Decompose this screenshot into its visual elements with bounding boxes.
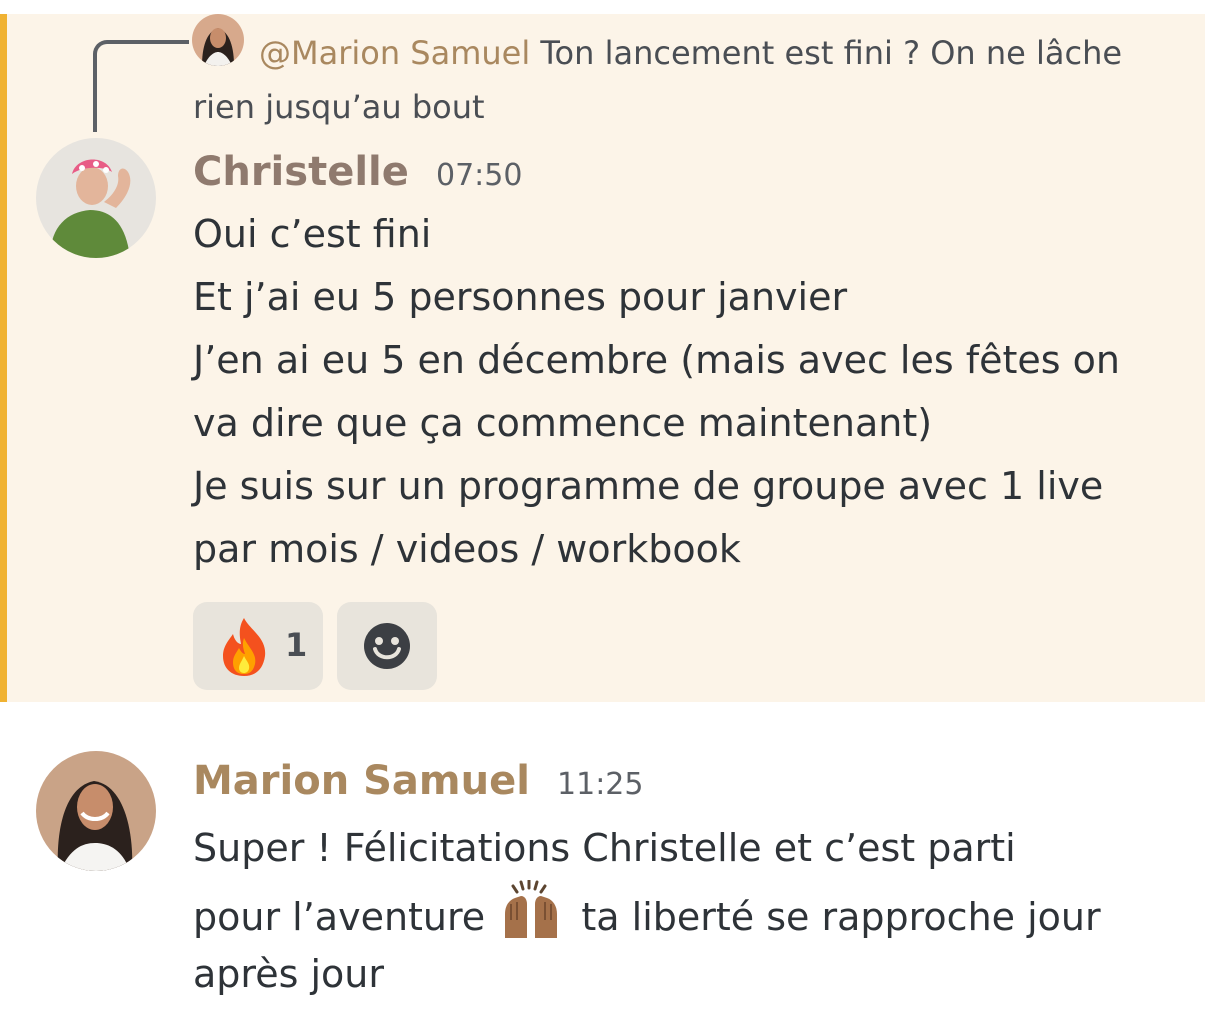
author-name[interactable]: Marion Samuel xyxy=(193,758,530,804)
smiley-add-reaction-icon xyxy=(363,622,411,674)
message-line: va dire que ça commence maintenant) xyxy=(193,401,933,445)
message-line: Je suis sur un programme de groupe avec … xyxy=(193,464,1104,508)
message-text: ta liberté se rapproche jour xyxy=(581,895,1101,939)
reaction-count: 1 xyxy=(285,626,308,664)
message-text: pour l’aventure xyxy=(193,895,486,939)
message-line: Et j’ai eu 5 personnes pour janvier xyxy=(193,275,848,319)
reply-preview[interactable]: @Marion Samuel Ton lancement est fini ? … xyxy=(193,26,1183,134)
raising-hands-emoji-icon xyxy=(499,878,563,940)
add-reaction-button[interactable] xyxy=(337,602,437,690)
chat-log: @Marion Samuel Ton lancement est fini ? … xyxy=(0,0,1205,1024)
message-header: Marion Samuel 11:25 xyxy=(193,758,643,804)
fire-emoji-icon xyxy=(217,616,271,682)
reply-mention[interactable]: @Marion Samuel xyxy=(259,34,530,72)
reply-connector xyxy=(93,40,189,132)
mention-highlight-bar xyxy=(0,14,7,702)
highlighted-message[interactable]: @Marion Samuel Ton lancement est fini ? … xyxy=(0,14,1205,702)
message-line: par mois / videos / workbook xyxy=(193,527,741,571)
message-line: après jour xyxy=(193,952,384,996)
timestamp[interactable]: 07:50 xyxy=(436,158,522,193)
message-content: Super ! Félicitations Christelle et c’es… xyxy=(193,817,1101,1006)
message-line: J’en ai eu 5 en décembre (mais avec les … xyxy=(193,338,1120,382)
author-name[interactable]: Christelle xyxy=(193,149,409,195)
avatar-christelle[interactable] xyxy=(36,138,156,258)
message-line: Super ! Félicitations Christelle et c’es… xyxy=(193,826,1016,870)
timestamp[interactable]: 11:25 xyxy=(557,767,643,802)
message-header: Christelle 07:50 xyxy=(193,149,522,195)
message-line: Oui c’est fini xyxy=(193,212,432,256)
message-content: Oui c’est fini Et j’ai eu 5 personnes po… xyxy=(193,203,1120,581)
reaction-fire[interactable]: 1 xyxy=(193,602,323,690)
message-line: pour l’aventure ta liberté se rapproche … xyxy=(193,878,1101,943)
avatar-marion-samuel[interactable] xyxy=(36,751,156,871)
